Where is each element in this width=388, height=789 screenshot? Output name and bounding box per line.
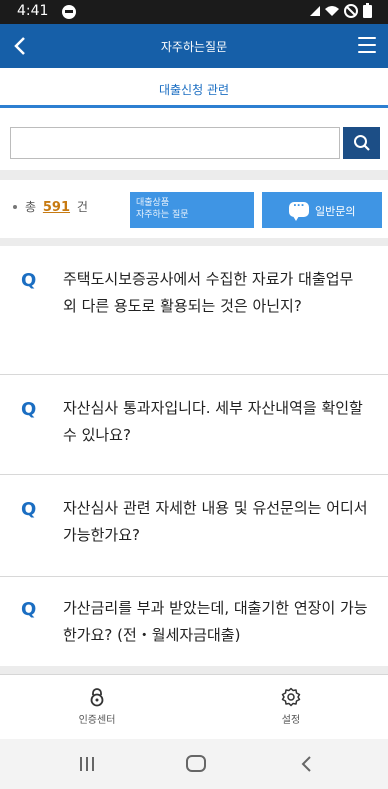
menu-bar	[358, 44, 376, 46]
nav-settings[interactable]: 설정	[194, 675, 388, 739]
tab-label: 대출신청 관련	[158, 83, 230, 97]
tab-loan-application[interactable]: 대출신청 관련	[0, 68, 388, 108]
inquiry-label: 일반문의	[315, 205, 356, 218]
question-marker: Q	[21, 399, 37, 420]
signal-wifi-battery-icon	[310, 3, 372, 18]
page-title: 자주하는질문	[160, 40, 228, 54]
loan-product-faq-button[interactable]: 대출상품 자주하는 질문	[130, 192, 254, 228]
question-marker: Q	[21, 599, 37, 620]
total-count: 총 591 건	[25, 198, 88, 215]
question-marker: Q	[21, 499, 37, 520]
faq-button-line2: 자주하는 질문	[136, 210, 189, 220]
system-back-icon[interactable]	[300, 755, 314, 773]
recents-bar	[92, 757, 94, 771]
status-time: 4:41	[17, 3, 49, 19]
faq-item[interactable]: Q 자산심사 통과자입니다. 세부 자산내역을 확인할 수 있나요?	[0, 375, 388, 475]
bottom-nav: 인증센터 설정	[0, 674, 388, 738]
search-icon	[353, 135, 370, 151]
vpn-key-icon	[62, 5, 76, 19]
search-button[interactable]	[343, 127, 380, 159]
search-input[interactable]	[10, 127, 340, 159]
hamburger-menu-button[interactable]	[354, 32, 380, 60]
nav-auth-center[interactable]: 인증센터	[0, 675, 194, 739]
general-inquiry-button[interactable]: 일반문의	[262, 192, 382, 228]
count-prefix: 총	[25, 200, 37, 214]
status-icons	[308, 3, 378, 22]
section-divider	[0, 170, 388, 180]
faq-question: 가산금리를 부과 받았는데, 대출기한 연장이 가능한가요? (전・월세자금대출…	[63, 599, 368, 644]
recents-bar	[80, 757, 82, 771]
faq-item[interactable]: Q 가산금리를 부과 받았는데, 대출기한 연장이 가능한가요? (전・월세자금…	[0, 577, 388, 666]
bullet	[13, 205, 17, 209]
home-button[interactable]	[186, 755, 206, 772]
faq-question: 자산심사 통과자입니다. 세부 자산내역을 확인할 수 있나요?	[63, 399, 363, 444]
faq-question: 주택도시보증공사에서 수집한 자료가 대출업무 외 다른 용도로 활용되는 것은…	[63, 270, 354, 315]
gear-icon	[281, 687, 301, 707]
faq-item[interactable]: Q 주택도시보증공사에서 수집한 자료가 대출업무 외 다른 용도로 활용되는 …	[0, 246, 388, 375]
menu-bar	[358, 37, 376, 39]
app-header: 자주하는질문	[0, 24, 388, 68]
faq-question: 자산심사 관련 자세한 내용 및 유선문의는 어디서 가능한가요?	[63, 499, 368, 544]
section-divider	[0, 666, 388, 674]
faq-item[interactable]: Q 자산심사 관련 자세한 내용 및 유선문의는 어디서 가능한가요?	[0, 475, 388, 577]
section-divider	[0, 238, 388, 246]
menu-bar	[358, 51, 376, 53]
faq-button-line1: 대출상품	[136, 198, 170, 208]
search-area	[0, 108, 388, 170]
recents-bar	[86, 757, 88, 771]
nav-label: 설정	[281, 715, 301, 726]
recents-button[interactable]	[80, 757, 94, 771]
question-marker: Q	[21, 270, 37, 291]
count-number: 591	[42, 200, 71, 215]
lock-icon	[90, 688, 104, 707]
status-bar: 4:41	[0, 0, 388, 24]
nav-label: 인증센터	[78, 715, 116, 726]
count-suffix: 건	[76, 200, 88, 214]
system-nav-bar	[0, 739, 388, 789]
chat-bubble-icon	[289, 198, 309, 221]
